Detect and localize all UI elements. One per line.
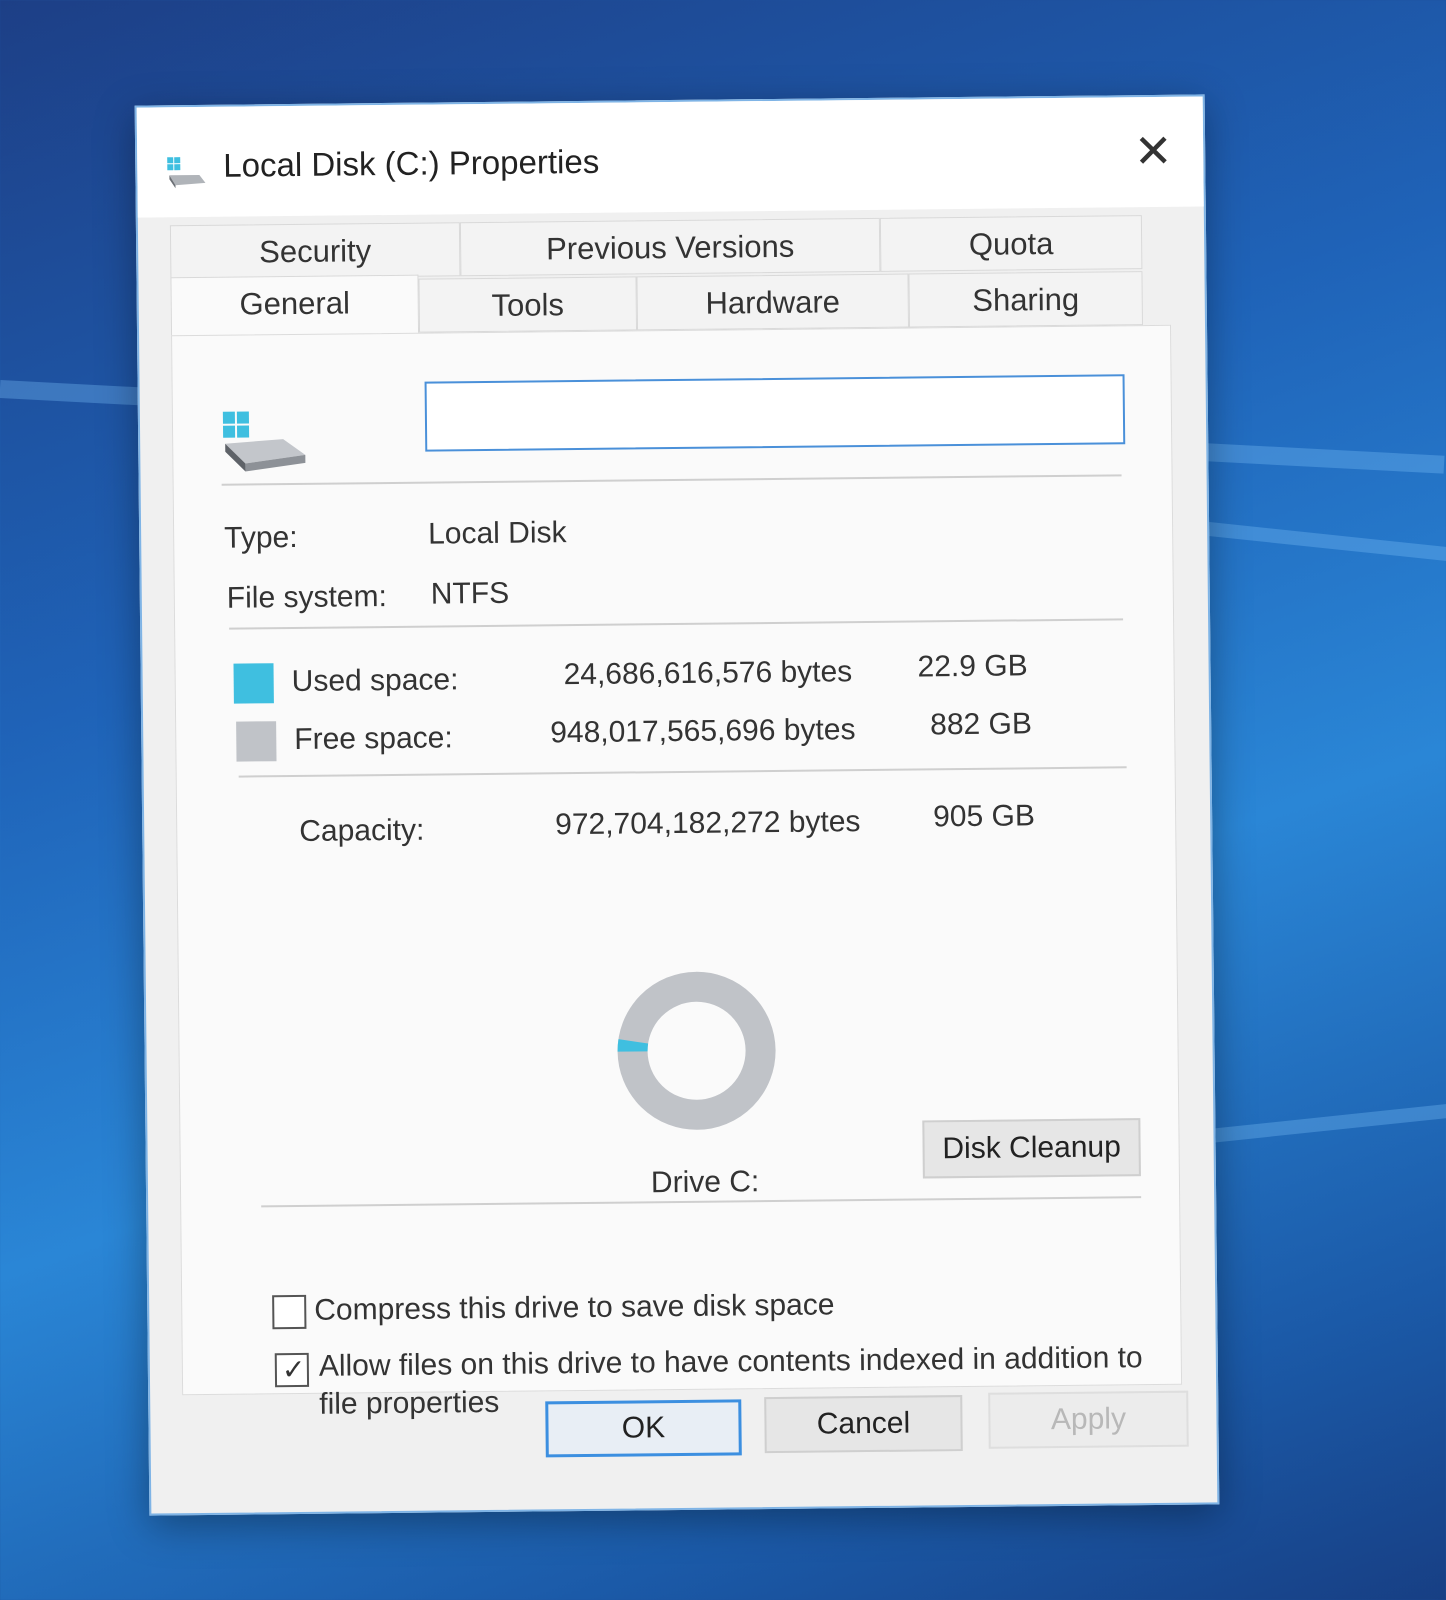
index-label-continued: file properties: [319, 1385, 500, 1421]
compress-label: Compress this drive to save disk space: [314, 1288, 835, 1327]
checkmark-icon: ✓: [281, 1353, 306, 1386]
free-space-label: Free space:: [294, 721, 453, 757]
capacity-bytes: 972,704,182,272 bytes: [555, 805, 861, 842]
compress-checkbox[interactable]: [272, 1294, 307, 1330]
drive-label: Drive C:: [650, 1165, 760, 1200]
tab-hardware[interactable]: Hardware: [636, 273, 910, 331]
tab-tools[interactable]: Tools: [418, 276, 638, 333]
disk-usage-donut: [617, 971, 776, 1130]
tab-previous-versions[interactable]: Previous Versions: [459, 217, 881, 277]
ok-button[interactable]: OK: [545, 1399, 742, 1458]
close-button[interactable]: ✕: [1125, 123, 1182, 180]
separator: [238, 766, 1127, 778]
free-space-ring: [617, 971, 776, 1130]
file-system-value: NTFS: [430, 576, 510, 611]
drive-name-input[interactable]: [424, 374, 1126, 452]
properties-dialog: Local Disk (C:) Properties ✕ Security Pr…: [134, 94, 1220, 1516]
tab-general[interactable]: General: [170, 274, 420, 338]
tab-quota[interactable]: Quota: [879, 215, 1143, 272]
apply-button[interactable]: Apply: [988, 1390, 1189, 1449]
tab-security[interactable]: Security: [169, 222, 461, 280]
drive-icon: [167, 157, 206, 189]
capacity-label: Capacity:: [299, 813, 425, 848]
disk-cleanup-button[interactable]: Disk Cleanup: [922, 1118, 1141, 1179]
free-space-swatch: [236, 721, 277, 762]
capacity-size: 905 GB: [932, 799, 1036, 834]
used-space-bytes: 24,686,616,576 bytes: [563, 655, 853, 692]
index-label: Allow files on this drive to have conten…: [318, 1341, 1143, 1383]
used-space-label: Used space:: [291, 663, 459, 699]
drive-icon: [222, 411, 306, 472]
file-system-label: File system:: [226, 580, 388, 615]
tab-strip: Security Previous Versions Quota General…: [169, 215, 1171, 338]
background-light-beam: [1199, 1103, 1446, 1144]
used-space-swatch: [233, 663, 274, 704]
title-bar: Local Disk (C:) Properties ✕: [136, 96, 1204, 218]
tab-sharing[interactable]: Sharing: [908, 271, 1144, 328]
free-space-size: 882 GB: [930, 707, 1033, 742]
background-light-beam: [1189, 520, 1446, 562]
used-space-size: 22.9 GB: [917, 649, 1028, 684]
separator: [221, 474, 1122, 486]
separator: [229, 618, 1124, 630]
index-checkbox[interactable]: ✓: [274, 1352, 310, 1388]
window-title: Local Disk (C:) Properties: [223, 142, 600, 184]
general-tab-panel: Type: Local Disk File system: NTFS Used …: [171, 324, 1183, 1421]
type-label: Type:: [224, 520, 298, 555]
cancel-button[interactable]: Cancel: [764, 1395, 963, 1454]
free-space-bytes: 948,017,565,696 bytes: [550, 713, 856, 750]
type-value: Local Disk: [427, 516, 567, 551]
